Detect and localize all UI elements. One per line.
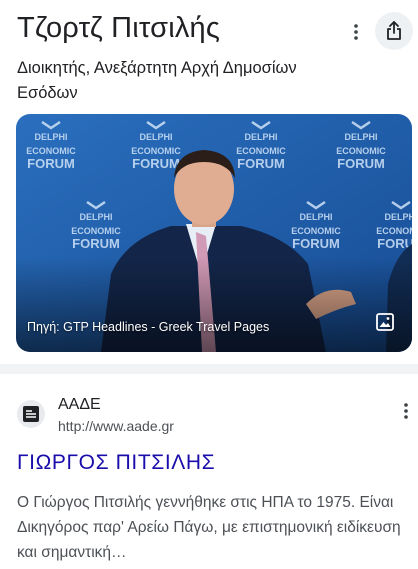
entity-image[interactable]: DELPHIECONOMICFORUMDELPHIECONOMICFORUMDE… xyxy=(16,114,412,352)
result-more-options-button[interactable] xyxy=(396,401,416,421)
view-images-button[interactable] xyxy=(372,309,398,335)
result-title-link[interactable]: ΓΙΩΡΓΟΣ ΠΙΤΣΙΛΗΣ xyxy=(17,451,215,475)
result-url[interactable]: http://www.aade.gr xyxy=(58,418,174,434)
more-options-button[interactable] xyxy=(346,22,366,42)
image-icon xyxy=(376,313,394,331)
entity-title: Τζορτζ Πιτσιλής xyxy=(17,12,221,44)
aade-logo-icon xyxy=(23,406,39,422)
search-result: ΑΑΔΕ http://www.aade.gr ΓΙΩΡΓΟΣ ΠΙΤΣΙΛΗΣ… xyxy=(0,374,418,569)
more-vert-icon xyxy=(404,403,408,419)
knowledge-panel: Τζορτζ Πιτσιλής Διοικητής, Ανεξάρτητη Αρ… xyxy=(0,0,418,362)
site-favicon[interactable] xyxy=(17,400,45,428)
image-source-caption: Πηγή: GTP Headlines - Greek Travel Pages xyxy=(27,320,270,334)
result-snippet: Ο Γιώργος Πιτσιλής γεννήθηκε στις ΗΠΑ το… xyxy=(17,494,401,561)
entity-subtitle: Διοικητής, Ανεξάρτητη Αρχή Δημοσίων Εσόδ… xyxy=(17,59,297,102)
result-site-name[interactable]: ΑΑΔΕ xyxy=(58,396,101,414)
section-divider xyxy=(0,364,418,374)
share-button[interactable] xyxy=(375,12,413,50)
portrait-photo: DELPHIECONOMICFORUMDELPHIECONOMICFORUMDE… xyxy=(16,114,412,352)
share-icon xyxy=(387,21,401,40)
more-vert-icon xyxy=(354,24,358,40)
